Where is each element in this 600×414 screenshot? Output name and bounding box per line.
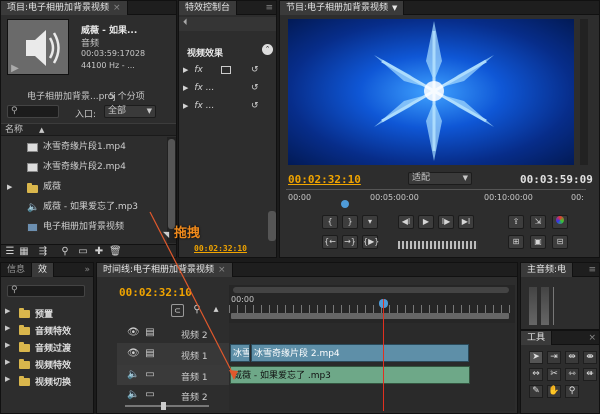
drag-arrow: [149, 211, 238, 380]
master-audio-panel: 主音频:电 ≡: [520, 262, 600, 330]
razor-tool-icon[interactable]: ✂: [547, 368, 561, 381]
tab-master-label: 主音频:电: [527, 264, 567, 275]
slide-tool-icon[interactable]: ⇺: [583, 368, 597, 381]
ripple-edit-tool-icon[interactable]: ⇹: [565, 351, 579, 364]
zoom-tool-icon[interactable]: ⚲: [565, 385, 579, 398]
tab-tools-label: 工具: [527, 332, 546, 343]
tools-tabbar: 工具 ×: [521, 331, 599, 345]
annotation-arrow-icon: ◥: [163, 230, 170, 239]
track-select-tool-icon[interactable]: ⇥: [547, 351, 561, 364]
pen-tool-icon[interactable]: ✎: [529, 385, 543, 398]
expand-panel-icon[interactable]: ≡: [588, 265, 596, 275]
tools-panel: 工具 × ➤ ⇥ ⇹ ⇼ ⇔ ✂ ⇿ ⇺ ✎ ✋ ⚲: [520, 330, 600, 414]
selection-tool-icon[interactable]: ➤: [529, 351, 543, 364]
master-tabbar: 主音频:电 ≡: [521, 263, 599, 277]
tab-master-audio[interactable]: 主音频:电: [521, 263, 574, 277]
audio-meter: [541, 287, 549, 325]
hand-tool-icon[interactable]: ✋: [547, 385, 561, 398]
drag-annotation-label: 拖拽: [174, 226, 201, 241]
tab-tools[interactable]: 工具: [521, 331, 553, 345]
audio-meter: [529, 287, 537, 325]
rate-stretch-tool-icon[interactable]: ⇔: [529, 368, 543, 381]
slip-tool-icon[interactable]: ⇿: [565, 368, 579, 381]
rolling-edit-tool-icon[interactable]: ⇼: [583, 351, 597, 364]
close-icon[interactable]: ×: [588, 333, 596, 343]
meter-scale: [553, 287, 554, 325]
annotation-timecode: 00:02:32:10: [194, 244, 247, 253]
